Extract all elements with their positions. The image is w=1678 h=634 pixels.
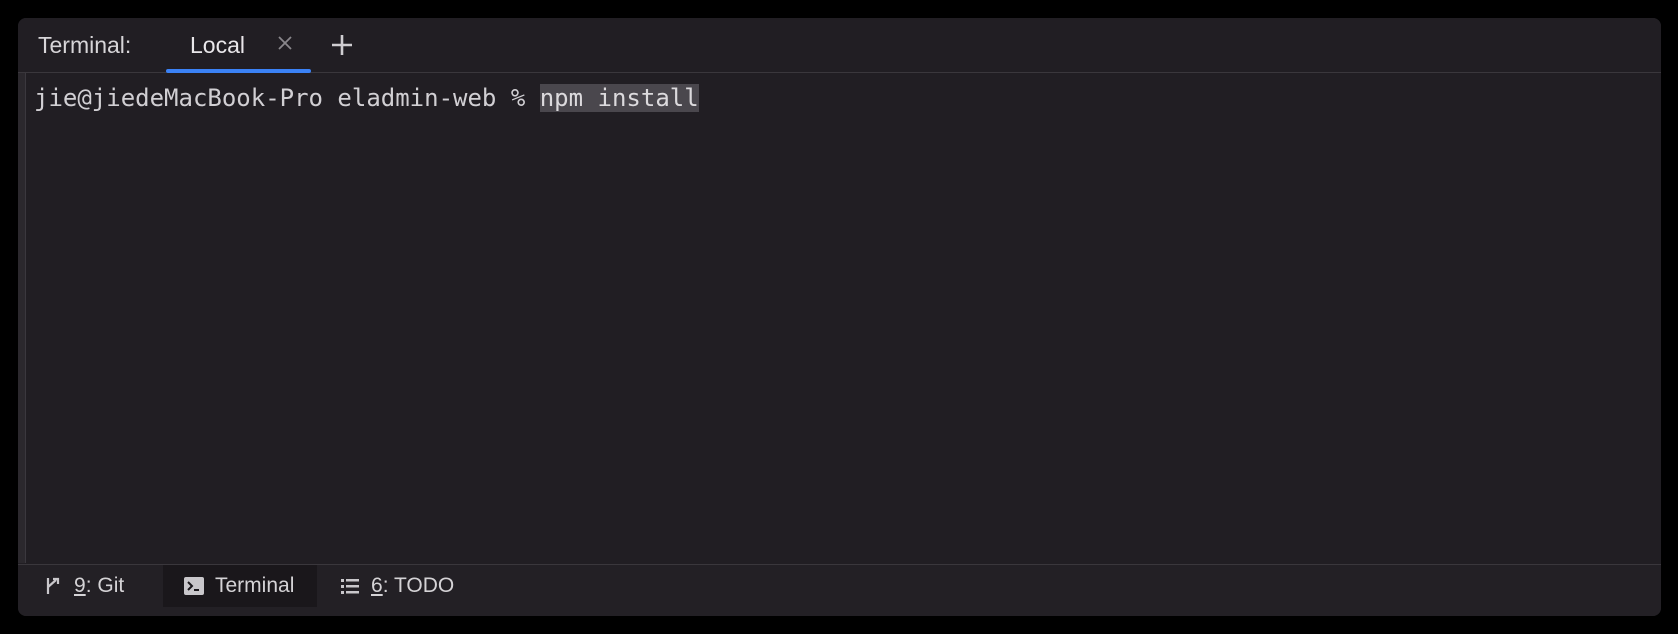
git-branch-icon (42, 575, 64, 597)
terminal-tool-window: Terminal: Local jie@jiedeMacBook-Pro ela… (18, 18, 1661, 616)
todo-label: : TODO (382, 574, 455, 597)
left-gutter (18, 73, 26, 563)
terminal-output[interactable]: jie@jiedeMacBook-Pro eladmin-web % npm i… (34, 82, 699, 114)
list-icon (339, 575, 361, 597)
todo-mnemonic: 6 (371, 574, 383, 597)
tab-local-label: Local (190, 32, 245, 58)
active-tab-indicator (166, 69, 311, 73)
terminal-label: Terminal (215, 574, 295, 597)
close-icon[interactable] (275, 33, 295, 53)
terminal-prompt: jie@jiedeMacBook-Pro eladmin-web % (34, 84, 540, 112)
git-label: : Git (85, 574, 125, 597)
tool-todo-button[interactable]: 6: TODO (323, 565, 473, 607)
tool-window-header: Terminal: Local (18, 18, 1661, 73)
tool-terminal-button[interactable]: Terminal (163, 565, 317, 607)
terminal-command: npm install (539, 84, 699, 112)
tool-git-button[interactable]: 9: Git (32, 565, 158, 607)
bottom-tool-bar: 9: Git Terminal 6: TODO (18, 564, 1661, 616)
tool-window-title: Terminal: (38, 32, 132, 58)
git-mnemonic: 9 (74, 574, 86, 597)
plus-icon[interactable] (328, 31, 356, 59)
terminal-icon (183, 575, 205, 597)
tab-local[interactable]: Local (166, 18, 311, 73)
